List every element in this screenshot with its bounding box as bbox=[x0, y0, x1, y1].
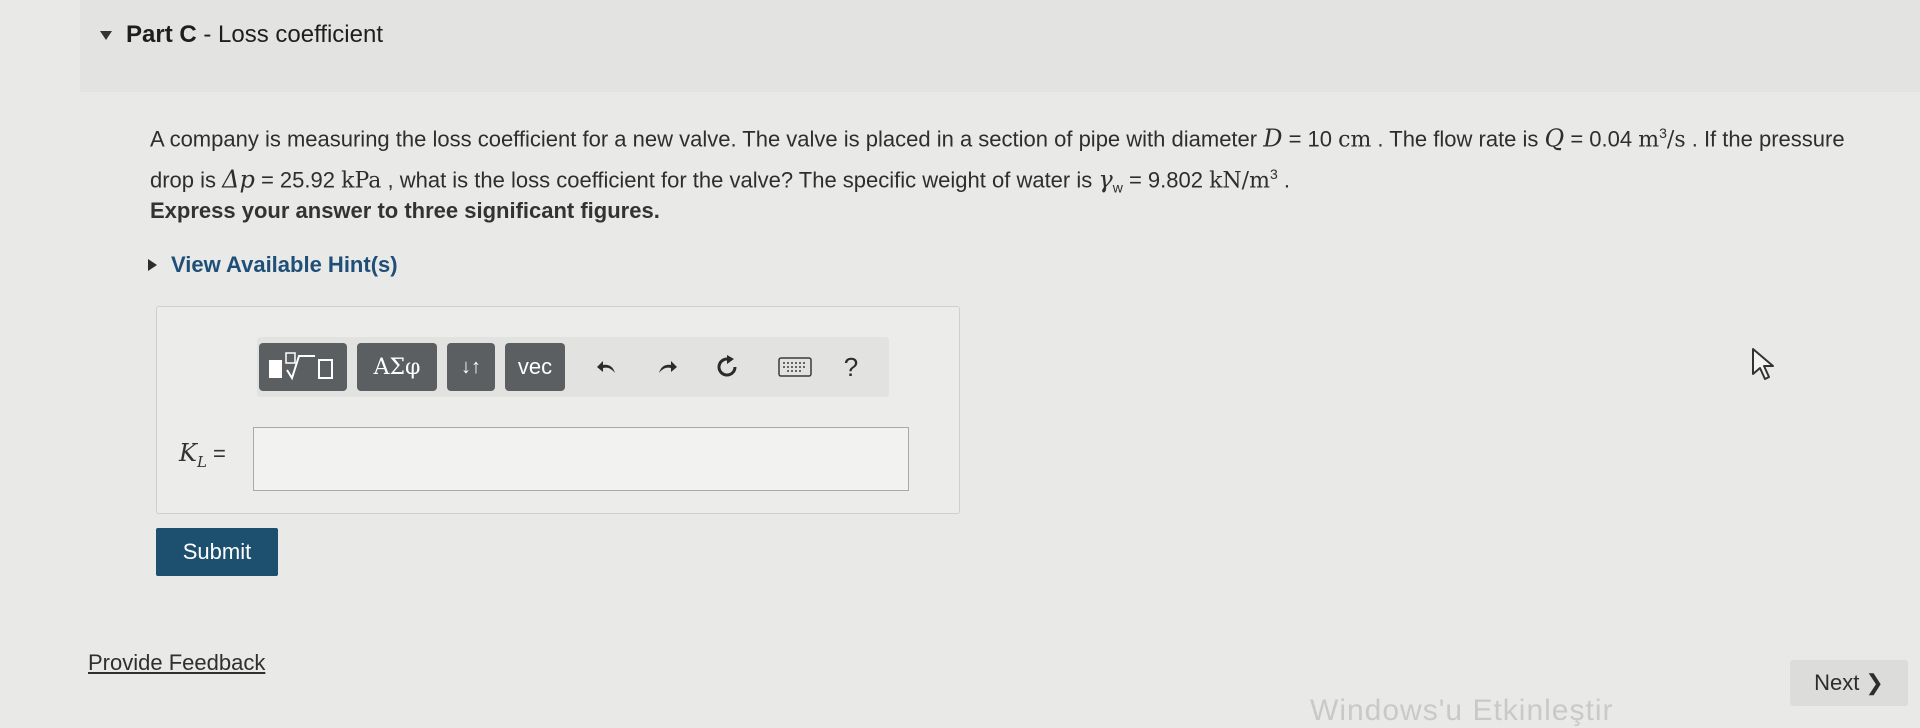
keyboard-icon[interactable] bbox=[775, 347, 815, 387]
provide-feedback-link[interactable]: Provide Feedback bbox=[88, 650, 265, 676]
radical-template-icon bbox=[269, 352, 333, 381]
part-title: Part C - Loss coefficient bbox=[126, 21, 384, 48]
chevron-right-icon: ❯ bbox=[1865, 670, 1884, 695]
expand-triangle-icon bbox=[148, 259, 157, 271]
vector-button[interactable]: vec bbox=[505, 343, 565, 391]
next-label: Next bbox=[1814, 670, 1860, 695]
instruction-text: Express your answer to three significant… bbox=[150, 198, 660, 223]
answer-input[interactable] bbox=[253, 427, 909, 491]
mouse-cursor-icon bbox=[1752, 348, 1774, 380]
redo-icon[interactable] bbox=[647, 347, 687, 387]
question-text: A company is measuring the loss coeffici… bbox=[150, 124, 1845, 197]
next-button[interactable]: Next ❯ bbox=[1790, 660, 1908, 706]
hint-label: View Available Hint(s) bbox=[171, 252, 398, 277]
answer-panel: ΑΣφ ↓↑ vec ? KL = bbox=[156, 306, 960, 514]
part-c-toggle[interactable]: Part C - Loss coefficient bbox=[100, 18, 383, 52]
submit-button[interactable]: Submit bbox=[156, 528, 278, 576]
greek-symbols-button[interactable]: ΑΣφ bbox=[357, 343, 437, 391]
collapse-triangle-icon bbox=[100, 30, 112, 40]
reset-icon[interactable] bbox=[707, 347, 747, 387]
math-toolbar: ΑΣφ ↓↑ vec ? bbox=[257, 337, 889, 397]
view-hints-toggle[interactable]: View Available Hint(s) bbox=[148, 250, 398, 280]
templates-button[interactable] bbox=[259, 343, 347, 391]
help-icon[interactable]: ? bbox=[831, 347, 871, 387]
windows-activation-watermark: Windows'u Etkinleştir bbox=[1310, 694, 1614, 727]
undo-icon[interactable] bbox=[587, 347, 627, 387]
subscript-superscript-button[interactable]: ↓↑ bbox=[447, 343, 495, 391]
answer-label: KL = bbox=[179, 439, 226, 471]
